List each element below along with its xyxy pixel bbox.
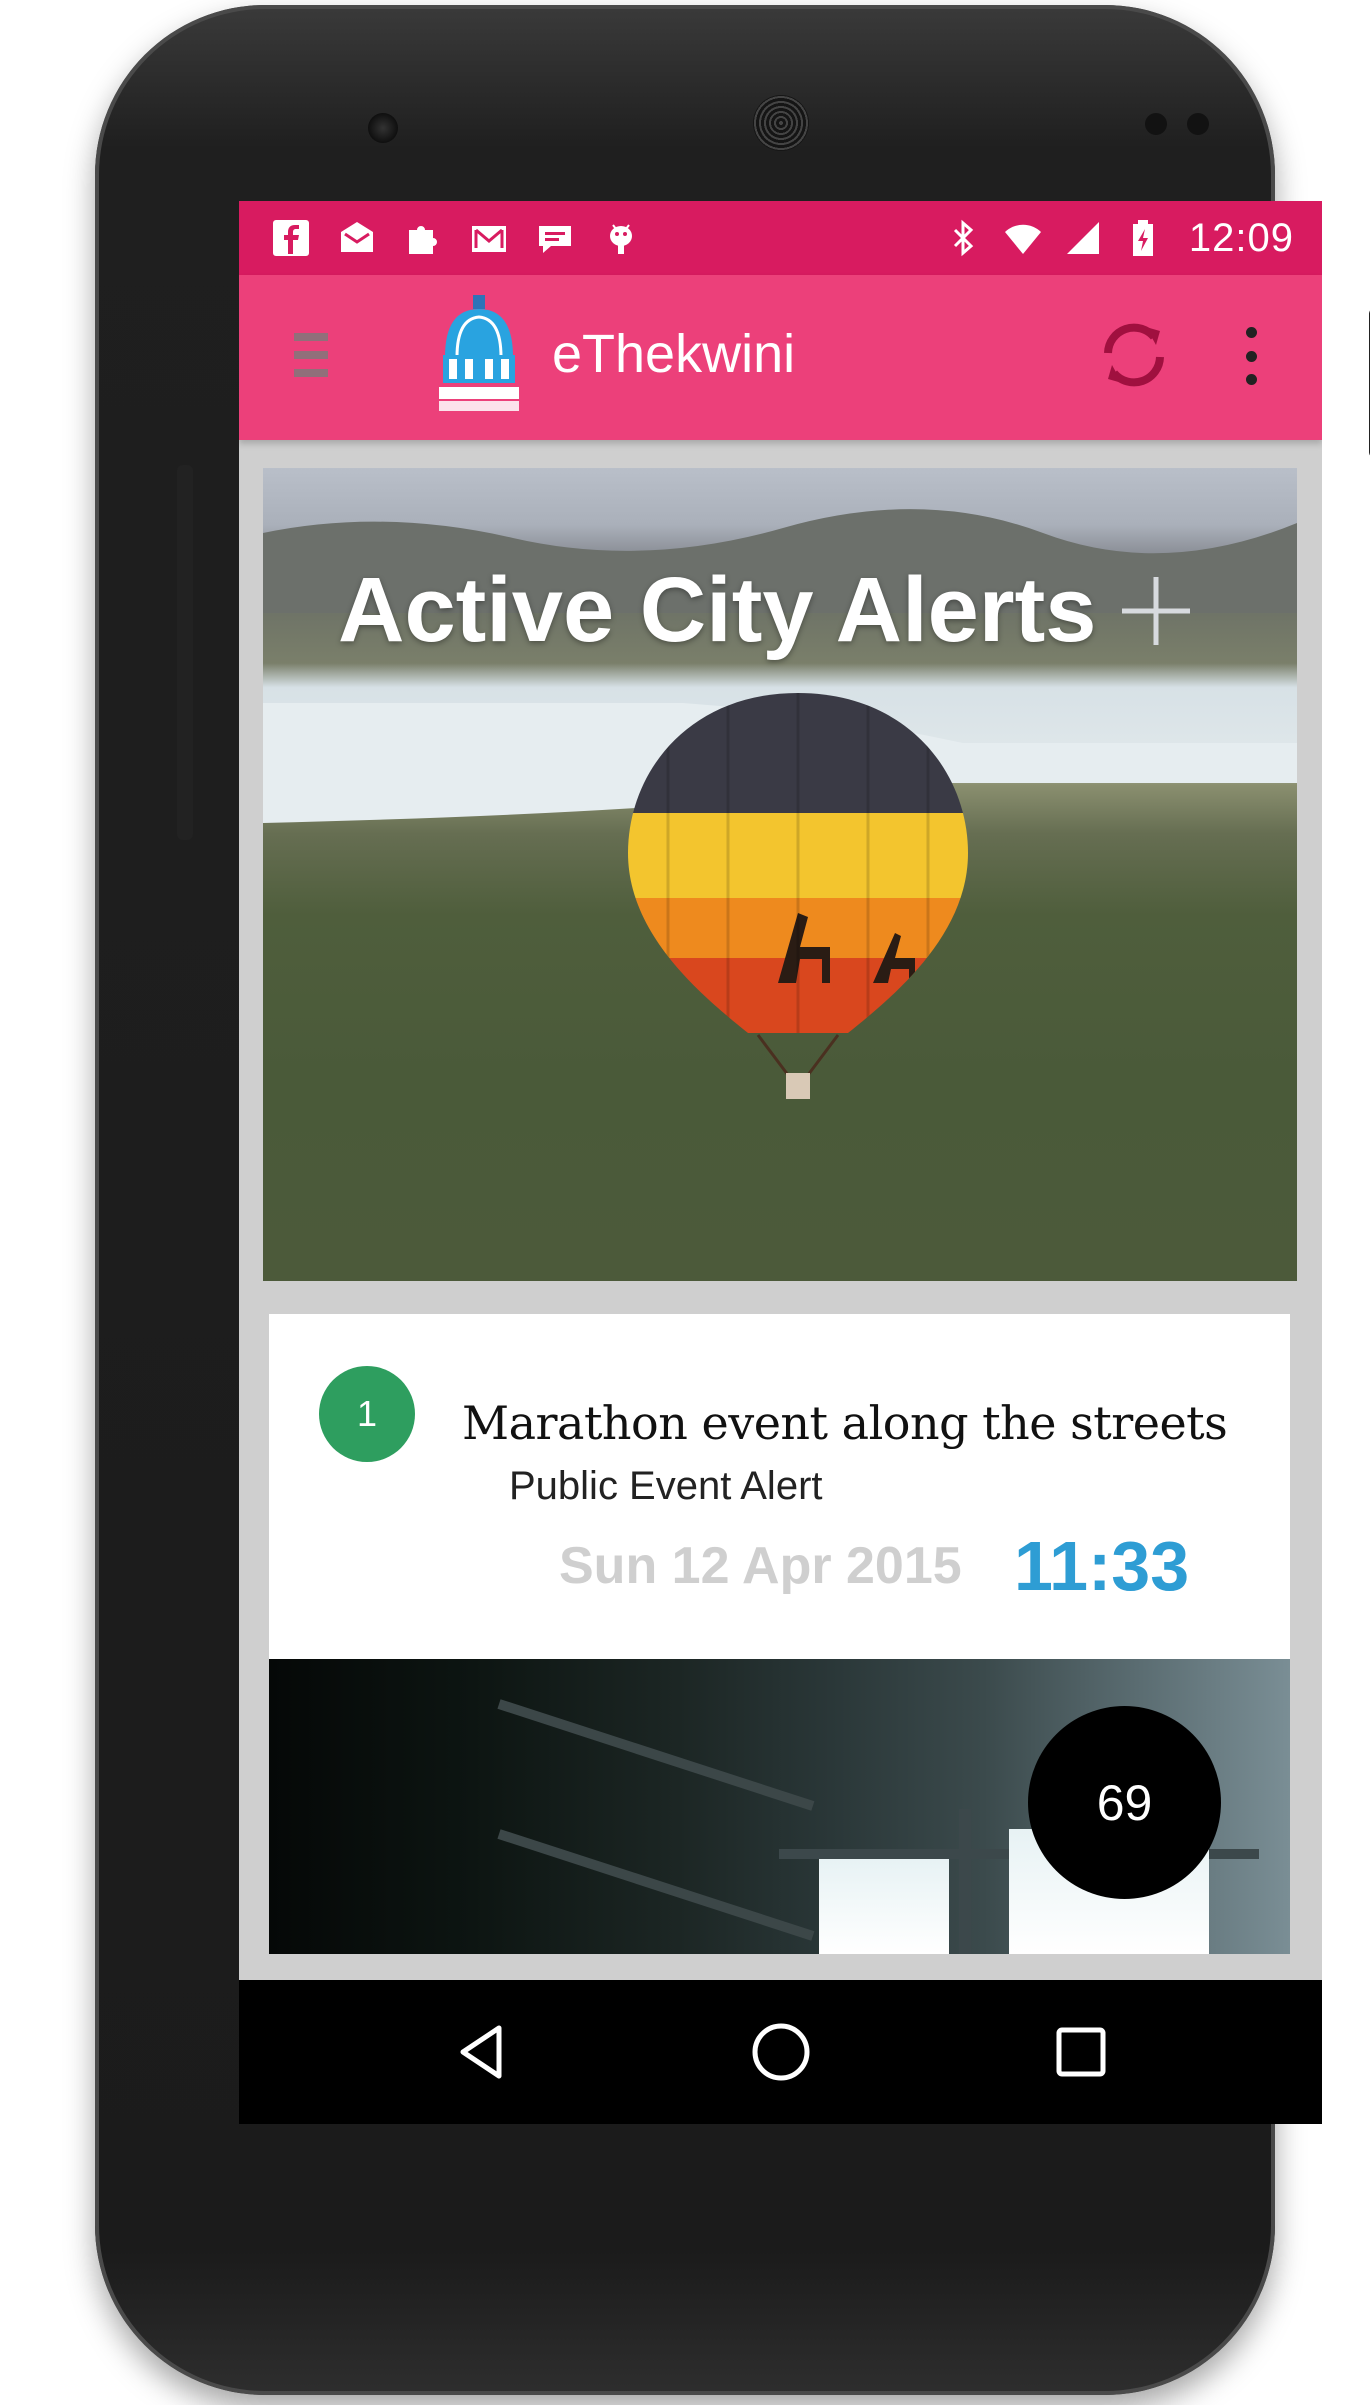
shelf — [497, 1699, 815, 1811]
navigation-bar — [239, 1980, 1322, 2124]
add-icon[interactable] — [1118, 573, 1194, 649]
cell-signal-icon — [1061, 216, 1105, 260]
facebook-icon — [269, 216, 313, 260]
menu-icon[interactable] — [294, 333, 328, 377]
ethekwini-municipality-logo — [435, 295, 523, 415]
android-icon — [599, 216, 643, 260]
window-pane — [819, 1859, 949, 1954]
hero-title: Active City Alerts — [338, 559, 1097, 661]
volume-button — [177, 465, 193, 840]
alert-date: Sun 12 Apr 2015 — [559, 1537, 962, 1595]
status-clock: 12:09 — [1188, 215, 1294, 260]
recent-apps-icon[interactable] — [1049, 2020, 1113, 2084]
battery-charging-icon — [1121, 216, 1165, 260]
alert-time: 11:33 — [1014, 1527, 1190, 1605]
front-camera — [368, 113, 398, 143]
phone-frame: 12:09 eThekwini Active City Alerts 1 Mar… — [95, 5, 1370, 2395]
gmail-icon — [467, 216, 511, 260]
home-icon[interactable] — [749, 2020, 813, 2084]
hot-air-balloon-image — [628, 693, 968, 1099]
overflow-menu-icon[interactable] — [1239, 327, 1263, 385]
shelf — [497, 1829, 815, 1941]
count-fab[interactable]: 69 — [1028, 1706, 1221, 1899]
alert-title: Marathon event along the streets — [462, 1396, 1228, 1450]
earpiece-speaker — [753, 95, 809, 151]
email-icon — [335, 216, 379, 260]
chat-icon — [533, 216, 577, 260]
bluetooth-icon — [941, 216, 985, 260]
puzzle-icon — [401, 216, 445, 260]
app-bar: eThekwini — [239, 275, 1322, 440]
hero-banner: Active City Alerts — [263, 468, 1297, 1281]
status-bar: 12:09 — [239, 201, 1322, 275]
screen: 12:09 eThekwini Active City Alerts 1 Mar… — [239, 201, 1322, 2124]
app-title: eThekwini — [552, 324, 796, 384]
refresh-icon[interactable] — [1094, 315, 1174, 395]
proximity-sensor — [1145, 113, 1167, 135]
alert-card[interactable]: 1 Marathon event along the streets Publi… — [269, 1314, 1290, 1659]
alert-number-badge: 1 — [319, 1366, 415, 1462]
back-icon[interactable] — [449, 2020, 513, 2084]
wifi-icon — [1001, 216, 1045, 260]
window-frame — [959, 1809, 971, 1954]
light-sensor — [1187, 113, 1209, 135]
alert-type: Public Event Alert — [509, 1464, 823, 1508]
